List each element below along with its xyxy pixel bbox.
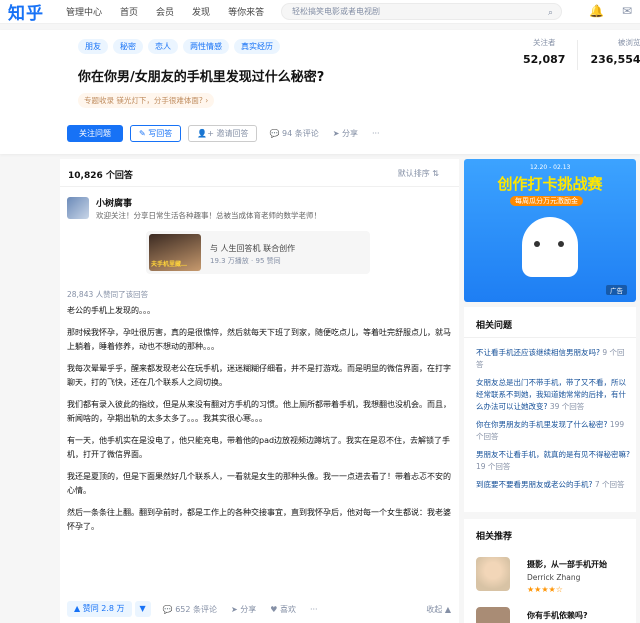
related-item[interactable]: 男朋友不让看手机，就真的是有见不得秘密嘛? 19 个回答 bbox=[476, 449, 632, 473]
answer-paragraph: 有一天，他手机实在是没电了，他只能充电，带着他的pad边放视频边蹲坑了。我实在是… bbox=[67, 436, 451, 459]
more-icon[interactable]: ··· bbox=[310, 605, 318, 614]
downvote-button[interactable]: ▼ bbox=[134, 601, 151, 617]
topic-tag[interactable]: 真实经历 bbox=[234, 39, 280, 54]
rating-stars: ★★★★☆ bbox=[527, 585, 563, 594]
more-icon[interactable]: ··· bbox=[372, 129, 380, 138]
banner-title: 创作打卡挑战赛 bbox=[497, 175, 603, 193]
answer-share-button[interactable]: ➤ 分享 bbox=[231, 604, 256, 615]
upvote-count: 28,843 人赞同了该回答 bbox=[67, 290, 149, 299]
recommend-thumbnail[interactable] bbox=[476, 557, 510, 591]
topic-tag[interactable]: 朋友 bbox=[78, 39, 108, 54]
ad-label: 广告 bbox=[606, 285, 627, 295]
nav-link-waiting[interactable]: 等你来答 bbox=[228, 5, 264, 18]
answer-paragraph: 老公的手机上发现的。。。 bbox=[67, 306, 155, 315]
answer-paragraph: 我每次晕晕乎乎，醒来都发现老公在玩手机，迷迷糊糊仔细看，并不是打游戏。而是明显的… bbox=[67, 364, 451, 387]
share-button[interactable]: ➤ 分享 bbox=[333, 128, 358, 139]
comments-button[interactable]: 💬 94 条评论 bbox=[269, 128, 318, 139]
video-title: 与 人生回答机 联合创作 bbox=[210, 244, 296, 253]
author-bio: 欢迎关注！分享日常生活各种趣事！总被当成体育老师的数学老师！ bbox=[96, 211, 321, 220]
question-title: 你在你男/女朋友的手机里发现过什么秘密? bbox=[78, 70, 325, 85]
video-thumbnail[interactable]: 夫手机里藏… bbox=[149, 234, 201, 271]
nav-link-discover[interactable]: 发现 bbox=[192, 5, 210, 18]
nav-link-vip[interactable]: 会员 bbox=[156, 5, 174, 18]
answer-paragraph: 那时候我怀孕，孕吐很厉害，真的是很憔悴，然后就每天下班了到家，随便吃点儿，等着吐… bbox=[67, 328, 451, 351]
related-list: 不让看手机还应该继续相信男朋友吗? 9 个回答 女朋友总是出门不带手机，带了又不… bbox=[476, 347, 632, 497]
recommend-title[interactable]: 摄影，从一部手机开始 bbox=[527, 559, 607, 570]
author-name[interactable]: 小树腐事 bbox=[96, 196, 132, 209]
ad-banner[interactable]: 12.20 - 02.13 创作打卡挑战赛 每周瓜分万元激励金 广告 bbox=[464, 159, 636, 302]
answer-count: 10,826 个回答 bbox=[68, 171, 133, 181]
author-avatar[interactable] bbox=[67, 197, 89, 219]
topic-tag[interactable]: 秘密 bbox=[113, 39, 143, 54]
recommend-heading: 相关推荐 bbox=[476, 532, 513, 542]
related-heading: 相关问题 bbox=[476, 321, 513, 331]
answer-comments-button[interactable]: 💬 652 条评论 bbox=[163, 604, 217, 615]
search-placeholder: 轻松搞笑电影或者电视剧 bbox=[292, 7, 380, 16]
question-stats: 关注者 52,087 被浏览 236,554,640 bbox=[523, 37, 640, 70]
answer-paragraph: 然后一条条往上翻。翻到孕前时，都是工作上的各种交接事宜，直到我怀孕后，他对每一个… bbox=[67, 508, 451, 531]
recommend-title[interactable]: 你有手机依赖吗? bbox=[527, 610, 588, 621]
answer-paragraph: 我还是夏顶的，但是下面果然好几个联系人，一看就是女生的那种头像。我一一点进去看了… bbox=[67, 472, 451, 495]
question-actions: 关注问题 ✎ 写回答 👤+ 邀请回答 💬 94 条评论 ➤ 分享 ··· bbox=[67, 125, 394, 142]
related-recommend: 相关推荐 摄影，从一部手机开始 Derrick Zhang ★★★★☆ 你有手机… bbox=[464, 519, 636, 623]
answer-actions: ▲ 赞同 2.8 万 ▼ 💬 652 条评论 ➤ 分享 ♥ 喜欢 ··· 收起 … bbox=[67, 601, 451, 617]
divider bbox=[60, 186, 459, 187]
related-item[interactable]: 你在你男朋友的手机里发现了什么秘密? 199 个回答 bbox=[476, 419, 632, 443]
follow-question-button[interactable]: 关注问题 bbox=[67, 125, 123, 142]
invite-answer-button[interactable]: 👤+ 邀请回答 bbox=[188, 125, 258, 142]
notification-icon[interactable]: 🔔 bbox=[589, 4, 604, 18]
views-stat: 被浏览 236,554,640 bbox=[590, 38, 640, 66]
collapse-button[interactable]: 收起 ▲ bbox=[426, 604, 451, 615]
message-icon[interactable]: ✉ bbox=[622, 4, 632, 18]
search-icon[interactable]: ⌕ bbox=[548, 6, 553, 21]
related-item[interactable]: 不让看手机还应该继续相信男朋友吗? 9 个回答 bbox=[476, 347, 632, 371]
recommend-author: Derrick Zhang bbox=[527, 573, 581, 582]
stat-divider bbox=[577, 40, 579, 70]
topic-tag[interactable]: 恋人 bbox=[148, 39, 178, 54]
related-item[interactable]: 女朋友总是出门不带手机，带了又不看，所以经常联系不到她，我知道她常常的后排，有什… bbox=[476, 377, 632, 413]
top-nav: 知乎 管理中心 首页 会员 发现 等你来答 轻松搞笑电影或者电视剧 ⌕ 🔔 ✉ bbox=[0, 0, 640, 24]
related-questions: 相关问题 不让看手机还应该继续相信男朋友吗? 9 个回答 女朋友总是出门不带手机… bbox=[464, 307, 636, 512]
write-answer-button[interactable]: ✎ 写回答 bbox=[130, 125, 182, 142]
answer-body: 老公的手机上发现的。。。 那时候我怀孕，孕吐很厉害，真的是很憔悴，然后就每天下班… bbox=[67, 304, 451, 542]
topic-tag[interactable]: 两性情感 bbox=[183, 39, 229, 54]
answer-card: 10,826 个回答 默认排序 ⇅ 小树腐事 欢迎关注！分享日常生活各种趣事！总… bbox=[60, 159, 459, 623]
search-input[interactable]: 轻松搞笑电影或者电视剧 ⌕ bbox=[281, 3, 562, 20]
topic-tags: 朋友 秘密 恋人 两性情感 真实经历 bbox=[78, 39, 285, 54]
video-stats: 19.3 万播放 · 95 赞同 bbox=[210, 257, 281, 265]
followers-stat: 关注者 52,087 bbox=[523, 38, 566, 66]
nav-link-home[interactable]: 首页 bbox=[120, 5, 138, 18]
banner-date: 12.20 - 02.13 bbox=[530, 164, 571, 171]
nav-link-manage[interactable]: 管理中心 bbox=[66, 5, 102, 18]
mascot-illustration bbox=[522, 217, 578, 277]
sort-dropdown[interactable]: 默认排序 ⇅ bbox=[398, 168, 439, 179]
answer-paragraph: 我们都有录入彼此的指纹，但是从来没有翻对方手机的习惯。他上厕所都带着手机，我想翻… bbox=[67, 400, 451, 423]
like-button[interactable]: ♥ 喜欢 bbox=[270, 604, 296, 615]
video-card[interactable]: 夫手机里藏… 与 人生回答机 联合创作 19.3 万播放 · 95 赞同 bbox=[146, 231, 370, 274]
banner-subtitle: 每周瓜分万元激励金 bbox=[510, 196, 583, 206]
nav-links: 管理中心 首页 会员 发现 等你来答 bbox=[66, 5, 282, 18]
related-item[interactable]: 到底要不要看男朋友或老公的手机? 7 个回答 bbox=[476, 479, 632, 491]
zhihu-logo[interactable]: 知乎 bbox=[8, 0, 44, 24]
question-header: 朋友 秘密 恋人 两性情感 真实经历 你在你男/女朋友的手机里发现过什么秘密? … bbox=[0, 30, 640, 154]
upvote-button[interactable]: ▲ 赞同 2.8 万 bbox=[67, 601, 132, 617]
collection-badge[interactable]: 专题收录 镁光灯下，分手很难体面? › bbox=[78, 93, 215, 108]
recommend-thumbnail[interactable] bbox=[476, 607, 510, 623]
divider bbox=[464, 337, 636, 338]
